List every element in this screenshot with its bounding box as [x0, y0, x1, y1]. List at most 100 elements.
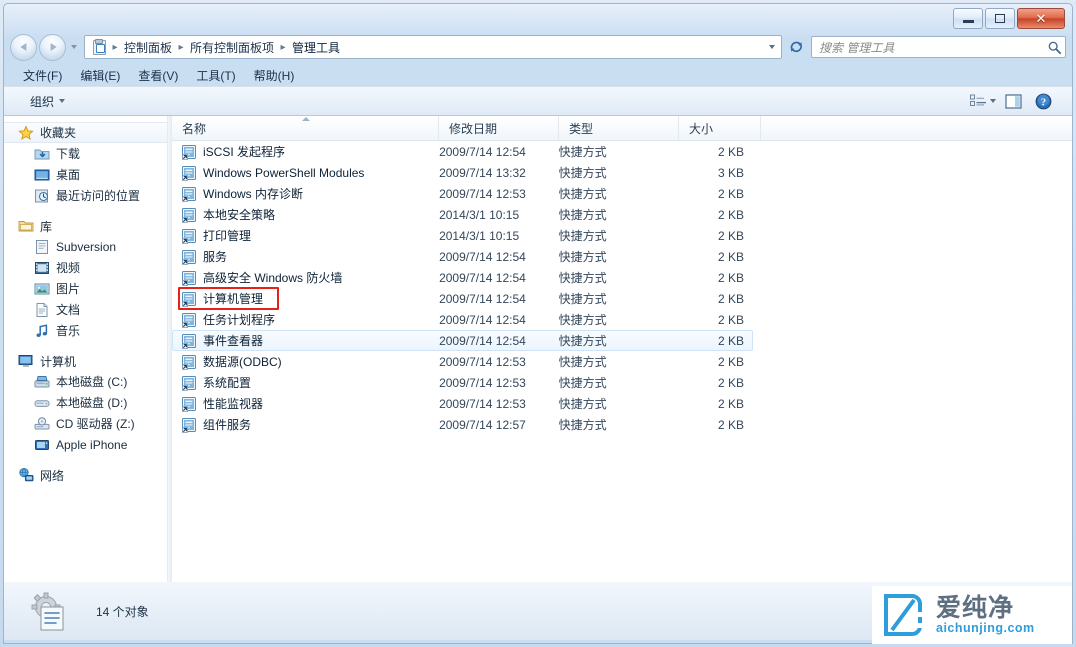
menu-edit[interactable]: 编辑(E)	[71, 65, 129, 86]
file-name-cell: iSCSI 发起程序	[173, 143, 437, 160]
sidebar-item-music[interactable]: 音乐	[4, 320, 167, 341]
table-row[interactable]: 系统配置2009/7/14 12:53快捷方式2 KB	[172, 372, 753, 393]
file-size-cell: 3 KB	[676, 166, 752, 180]
forward-button[interactable]	[39, 34, 66, 61]
column-header-name[interactable]: 名称	[172, 116, 439, 140]
videos-icon	[34, 260, 50, 276]
nav-label: 库	[40, 218, 52, 235]
file-size-cell: 2 KB	[676, 376, 752, 390]
table-row[interactable]: 服务2009/7/14 12:54快捷方式2 KB	[172, 246, 753, 267]
title-bar: ✕	[4, 4, 1072, 30]
download-folder-icon	[34, 146, 50, 162]
table-row[interactable]: 打印管理2014/3/1 10:15快捷方式2 KB	[172, 225, 753, 246]
file-type-cell: 快捷方式	[557, 374, 677, 391]
table-row[interactable]: Windows 内存诊断2009/7/14 12:53快捷方式2 KB	[172, 183, 753, 204]
minimize-button[interactable]	[953, 8, 983, 29]
nav-label: 本地磁盘 (C:)	[56, 373, 127, 390]
sidebar-item-desktop[interactable]: 桌面	[4, 164, 167, 185]
table-row[interactable]: 本地安全策略2014/3/1 10:15快捷方式2 KB	[172, 204, 753, 225]
nav-group-favorites[interactable]: 收藏夹	[4, 122, 167, 143]
nav-label: 视频	[56, 259, 80, 276]
file-type-cell: 快捷方式	[557, 353, 677, 370]
nav-label: Subversion	[56, 240, 116, 254]
column-header-date[interactable]: 修改日期	[439, 116, 559, 140]
menu-file[interactable]: 文件(F)	[14, 65, 71, 86]
nav-group-libraries[interactable]: 库	[4, 216, 167, 236]
address-bar-row: ▸ 控制面板 ▸ 所有控制面板项 ▸ 管理工具 搜索 管理工具	[4, 32, 1072, 62]
table-row[interactable]: 性能监视器2009/7/14 12:53快捷方式2 KB	[172, 393, 753, 414]
file-date-cell: 2009/7/14 12:54	[437, 334, 557, 348]
recent-pages-button[interactable]	[67, 36, 80, 58]
refresh-button[interactable]	[785, 36, 807, 58]
file-type-cell: 快捷方式	[557, 332, 677, 349]
search-box[interactable]: 搜索 管理工具	[811, 36, 1066, 58]
file-date-cell: 2009/7/14 12:53	[437, 397, 557, 411]
table-row[interactable]: 高级安全 Windows 防火墙2009/7/14 12:54快捷方式2 KB	[172, 267, 753, 288]
table-row[interactable]: 组件服务2009/7/14 12:57快捷方式2 KB	[172, 414, 753, 435]
content-area: 收藏夹 下载 桌面	[4, 116, 1072, 582]
table-row[interactable]: Windows PowerShell Modules2009/7/14 13:3…	[172, 162, 753, 183]
column-header-type[interactable]: 类型	[559, 116, 679, 140]
help-icon: ?	[1035, 93, 1052, 110]
sidebar-item-documents[interactable]: 文档	[4, 299, 167, 320]
table-row[interactable]: 计算机管理2009/7/14 12:54快捷方式2 KB	[172, 288, 753, 309]
sidebar-item-apple-iphone[interactable]: Apple iPhone	[4, 434, 167, 455]
watermark-domain: aichunjing.com	[936, 621, 1035, 635]
file-date-cell: 2009/7/14 12:54	[437, 145, 557, 159]
sidebar-item-downloads[interactable]: 下载	[4, 143, 167, 164]
address-bar[interactable]: ▸ 控制面板 ▸ 所有控制面板项 ▸ 管理工具	[84, 35, 782, 59]
breadcrumb-item-admin-tools[interactable]: 管理工具	[289, 37, 343, 58]
documents-icon	[34, 302, 50, 318]
table-row[interactable]: 事件查看器2009/7/14 12:54快捷方式2 KB	[172, 330, 753, 351]
menu-tools[interactable]: 工具(T)	[187, 65, 244, 86]
nav-group-network[interactable]: 网络	[4, 465, 167, 485]
mmc-shortcut-icon	[181, 249, 197, 265]
minimize-icon	[963, 20, 974, 23]
sidebar-item-local-disk-c[interactable]: 本地磁盘 (C:)	[4, 371, 167, 392]
nav-label: 本地磁盘 (D:)	[56, 394, 127, 411]
file-name: iSCSI 发起程序	[203, 143, 285, 160]
file-name: 组件服务	[203, 416, 251, 433]
mmc-shortcut-icon	[181, 144, 197, 160]
menu-help[interactable]: 帮助(H)	[245, 65, 304, 86]
file-size-cell: 2 KB	[676, 313, 752, 327]
sidebar-item-cd-drive-z[interactable]: CD 驱动器 (Z:)	[4, 413, 167, 434]
breadcrumb-item-all-items[interactable]: 所有控制面板项	[187, 37, 277, 58]
breadcrumb-item-control-panel[interactable]: 控制面板	[121, 37, 175, 58]
change-view-button[interactable]	[968, 90, 998, 112]
file-type-cell: 快捷方式	[557, 206, 677, 223]
table-row[interactable]: 数据源(ODBC)2009/7/14 12:53快捷方式2 KB	[172, 351, 753, 372]
menu-view[interactable]: 查看(V)	[129, 65, 187, 86]
table-row[interactable]: iSCSI 发起程序2009/7/14 12:54快捷方式2 KB	[172, 141, 753, 162]
file-name-cell: Windows PowerShell Modules	[173, 165, 437, 181]
search-input[interactable]: 搜索 管理工具	[819, 39, 1047, 56]
column-header-size[interactable]: 大小	[679, 116, 761, 140]
maximize-button[interactable]	[985, 8, 1015, 29]
file-name-cell: 系统配置	[173, 374, 437, 391]
file-name: Windows 内存诊断	[203, 185, 303, 202]
sidebar-item-subversion[interactable]: Subversion	[4, 236, 167, 257]
close-button[interactable]: ✕	[1017, 8, 1065, 29]
address-dropdown-button[interactable]	[763, 37, 781, 57]
file-date-cell: 2009/7/14 12:57	[437, 418, 557, 432]
svg-text:?: ?	[1040, 97, 1045, 108]
file-type-cell: 快捷方式	[557, 311, 677, 328]
chevron-down-icon	[990, 99, 996, 103]
nav-group-computer[interactable]: 计算机	[4, 351, 167, 371]
mmc-shortcut-icon	[181, 333, 197, 349]
help-button[interactable]: ?	[1028, 90, 1058, 112]
sidebar-item-videos[interactable]: 视频	[4, 257, 167, 278]
back-button[interactable]	[10, 34, 37, 61]
sidebar-item-pictures[interactable]: 图片	[4, 278, 167, 299]
organize-button[interactable]: 组织	[22, 90, 73, 113]
cd-drive-icon	[34, 416, 50, 432]
sidebar-item-local-disk-d[interactable]: 本地磁盘 (D:)	[4, 392, 167, 413]
sidebar-item-recent-places[interactable]: 最近访问的位置	[4, 185, 167, 206]
preview-pane-button[interactable]	[998, 90, 1028, 112]
table-row[interactable]: 任务计划程序2009/7/14 12:54快捷方式2 KB	[172, 309, 753, 330]
nav-spacer	[4, 206, 167, 216]
file-name-cell: 计算机管理	[173, 290, 437, 307]
file-date-cell: 2009/7/14 13:32	[437, 166, 557, 180]
chevron-down-icon	[59, 99, 65, 103]
file-type-cell: 快捷方式	[557, 269, 677, 286]
